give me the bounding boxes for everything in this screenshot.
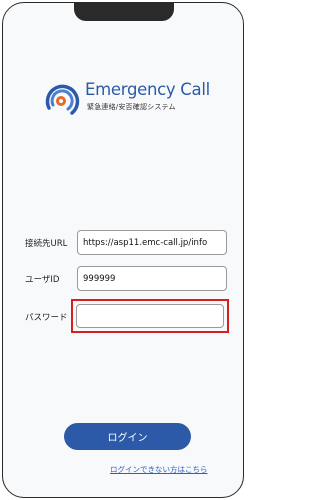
url-field[interactable]: https://asp11.emc-call.jp/info	[77, 230, 227, 255]
cannot-login-link[interactable]: ログインできない方はこちら	[110, 464, 208, 475]
logo-mark-icon	[45, 84, 80, 115]
logo-subtitle: 緊急連絡/安否確認システム	[87, 103, 176, 111]
phone-frame: Emergency Call 緊急連絡/安否確認システム 接続先URL http…	[2, 2, 244, 498]
url-label: 接続先URL	[25, 239, 68, 249]
app-logo: Emergency Call 緊急連絡/安否確認システム	[41, 78, 216, 120]
userid-field[interactable]: 999999	[77, 266, 227, 291]
userid-label: ユーザID	[25, 275, 60, 285]
logo-title: Emergency Call	[85, 80, 210, 99]
password-highlight	[71, 299, 229, 333]
password-label: パスワード	[25, 313, 68, 323]
password-field[interactable]	[76, 304, 224, 328]
phone-notch	[74, 3, 174, 21]
login-button[interactable]: ログイン	[64, 423, 191, 450]
